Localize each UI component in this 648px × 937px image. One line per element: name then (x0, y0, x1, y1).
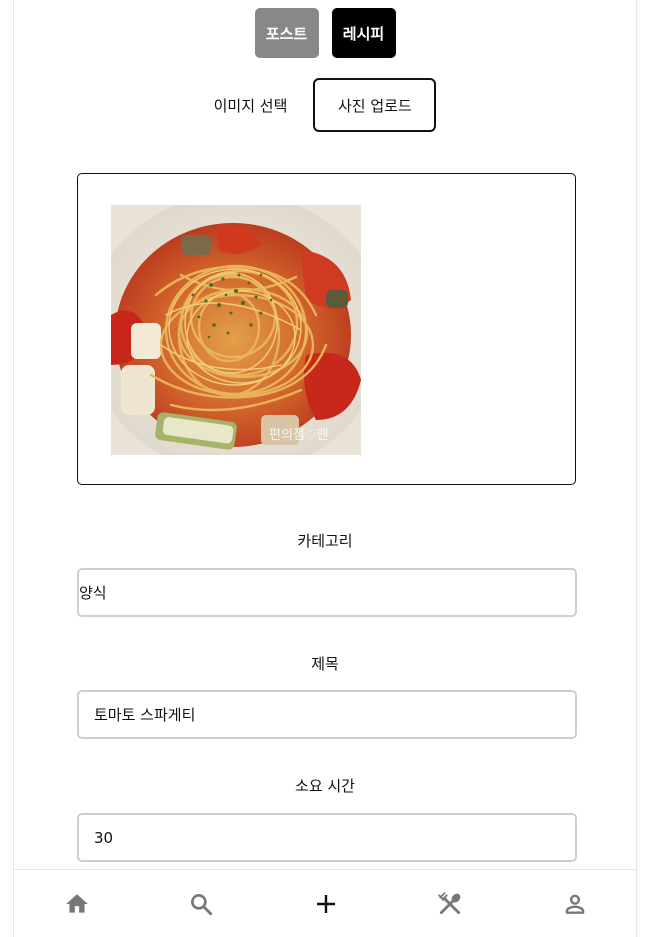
image-preview-box: 편의점♡맨 (77, 173, 576, 485)
plus-icon[interactable] (312, 890, 340, 918)
app-frame: 포스트 레시피 이미지 선택 사진 업로드 편의점♡맨 카테고리 양식 제목 토… (13, 0, 637, 937)
photo-watermark: 편의점♡맨 (269, 428, 329, 443)
bottom-navigation (14, 869, 636, 937)
utensils-icon[interactable] (436, 890, 464, 918)
photo-upload-button[interactable]: 사진 업로드 (313, 78, 437, 132)
title-label: 제목 (311, 655, 339, 673)
image-select-label: 이미지 선택 (213, 96, 288, 115)
user-icon[interactable] (561, 890, 589, 918)
tab-recipe[interactable]: 레시피 (331, 8, 396, 58)
spaghetti-image: 편의점♡맨 (111, 205, 361, 455)
search-icon[interactable] (187, 890, 215, 918)
title-input[interactable]: 토마토 스파게티 (77, 690, 577, 739)
food-photo: 편의점♡맨 (111, 205, 361, 455)
time-input[interactable]: 30 (77, 813, 577, 862)
tab-post[interactable]: 포스트 (254, 8, 319, 58)
category-label: 카테고리 (297, 532, 353, 550)
post-type-tabs: 포스트 레시피 (14, 8, 636, 58)
image-upload-row: 이미지 선택 사진 업로드 (14, 78, 636, 132)
home-icon[interactable] (63, 890, 91, 918)
time-label: 소요 시간 (295, 777, 355, 795)
category-select[interactable]: 양식 (77, 568, 577, 617)
